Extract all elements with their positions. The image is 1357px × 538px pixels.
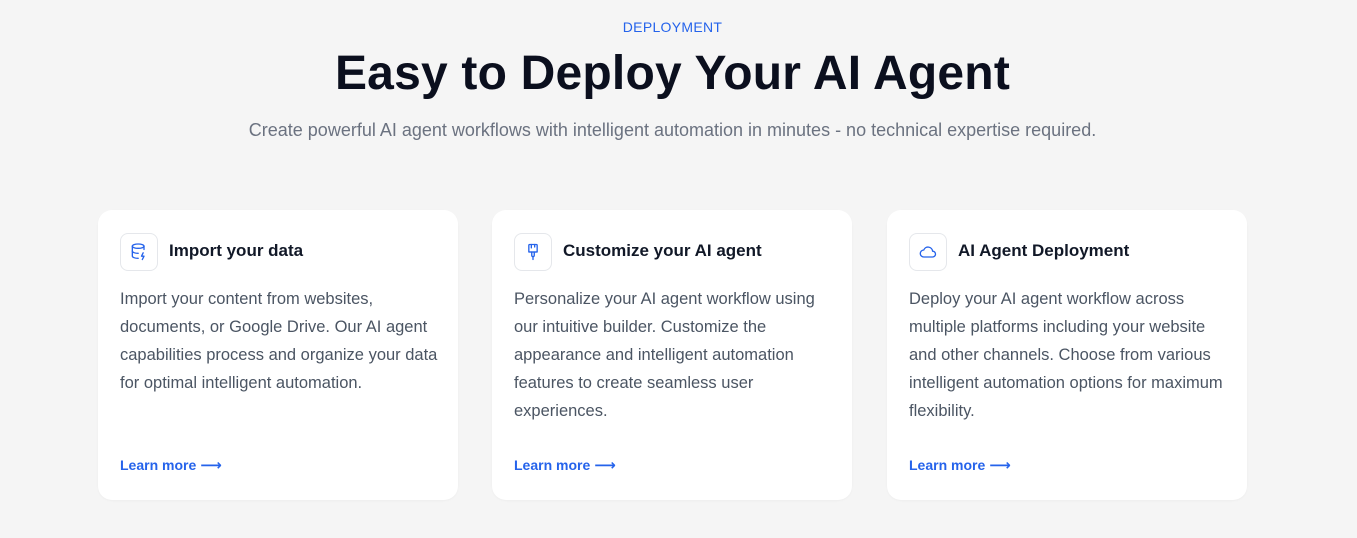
feature-card-import: Import your data Import your content fro…	[98, 210, 458, 500]
arrow-right-icon: ⟶	[989, 457, 1011, 474]
card-description: Deploy your AI agent workflow across mul…	[909, 290, 1223, 420]
arrow-right-icon: ⟶	[594, 457, 616, 474]
learn-more-link[interactable]: Learn more ⟶	[120, 456, 222, 474]
card-description: Import your content from websites, docum…	[120, 290, 438, 392]
section-title: Easy to Deploy Your AI Agent	[334, 47, 1011, 100]
database-icon	[120, 233, 158, 271]
cloud-icon	[909, 233, 947, 271]
card-description: Personalize your AI agent workflow using…	[514, 290, 815, 420]
learn-more-label: Learn more	[909, 457, 986, 473]
card-title: Customize your AI agent	[563, 241, 762, 260]
arrow-right-icon: ⟶	[200, 457, 222, 474]
learn-more-label: Learn more	[514, 457, 591, 473]
learn-more-link[interactable]: Learn more ⟶	[514, 456, 616, 474]
learn-more-link[interactable]: Learn more ⟶	[909, 456, 1011, 474]
paintbrush-icon	[514, 233, 552, 271]
feature-card-customize: Customize your AI agent Personalize your…	[492, 210, 852, 500]
learn-more-label: Learn more	[120, 457, 197, 473]
feature-card-deployment: AI Agent Deployment Deploy your AI agent…	[887, 210, 1247, 500]
section-subtitle: Create powerful AI agent workflows with …	[248, 120, 1097, 140]
card-title: Import your data	[169, 241, 304, 260]
card-title: AI Agent Deployment	[958, 241, 1130, 260]
section-eyebrow: DEPLOYMENT	[622, 19, 723, 35]
